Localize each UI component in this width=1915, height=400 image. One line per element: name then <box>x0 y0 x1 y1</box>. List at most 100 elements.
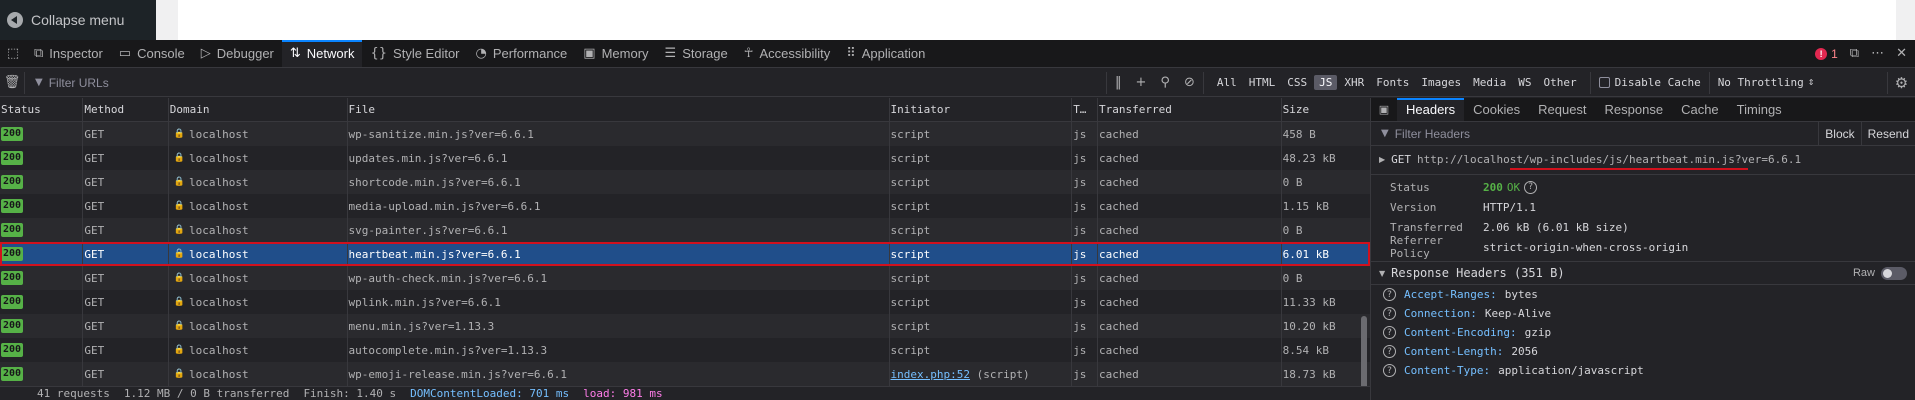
filter-images[interactable]: Images <box>1416 75 1466 90</box>
settings-button[interactable]: ⚙ <box>1887 71 1915 94</box>
cell-initiator: script <box>890 338 1073 362</box>
trash-icon: 🗑 <box>3 75 21 90</box>
filter-headers-input[interactable]: ▼ Filter Headers Block Resend <box>1371 121 1915 146</box>
help-icon[interactable]: ? <box>1383 345 1396 358</box>
table-row[interactable]: 200 GET 🔒 localhost media-upload.min.js?v… <box>0 194 1370 218</box>
column-status[interactable]: Status <box>0 98 84 121</box>
column-method[interactable]: Method <box>83 98 169 121</box>
details-tab-timings[interactable]: Timings <box>1728 98 1791 121</box>
cell-domain: 🔒 localhost <box>169 290 348 314</box>
tab-debugger[interactable]: ▷ Debugger <box>193 40 282 67</box>
throttling-select[interactable]: No Throttling ⇕ <box>1708 71 1823 94</box>
storage-icon: ☰ <box>664 46 677 61</box>
tab-accessibility[interactable]: ☥ Accessibility <box>736 40 839 67</box>
column-initiator[interactable]: Initiator <box>890 98 1073 121</box>
table-row[interactable]: 200 GET 🔒 localhost heartbeat.min.js?ver=… <box>0 242 1370 266</box>
cell-type: js <box>1072 194 1099 218</box>
header-value: gzip <box>1524 326 1552 339</box>
filter-media[interactable]: Media <box>1468 75 1511 90</box>
tab-network[interactable]: ⇅ Network <box>281 40 363 67</box>
pause-icon[interactable]: ‖ <box>1115 75 1122 90</box>
column-size[interactable]: Size <box>1282 98 1370 121</box>
tab-storage[interactable]: ☰ Storage <box>657 40 736 67</box>
initiator-link[interactable]: index.php:52 <box>891 368 970 381</box>
details-tab-cache[interactable]: Cache <box>1672 98 1728 121</box>
block-icon[interactable]: ⊘ <box>1184 75 1195 90</box>
element-picker-button[interactable]: ⬚ <box>0 40 26 67</box>
column-domain[interactable]: Domain <box>169 98 348 121</box>
tab-inspector[interactable]: ⧉ Inspector <box>26 40 111 67</box>
filter-ws[interactable]: WS <box>1513 75 1536 90</box>
table-row[interactable]: 200 GET 🔒 localhost autocomplete.min.js?v… <box>0 338 1370 362</box>
toggle-sidebar-button[interactable]: ▣ <box>1371 98 1397 121</box>
table-row[interactable]: 200 GET 🔒 localhost wp-auth-check.min.js?… <box>0 266 1370 290</box>
tab-style-editor[interactable]: {} Style Editor <box>362 40 467 67</box>
add-icon[interactable]: + <box>1136 75 1147 90</box>
table-row[interactable]: 200 GET 🔒 localhost wp-sanitize.min.js?ve… <box>0 122 1370 146</box>
raw-toggle[interactable]: Raw <box>1853 266 1915 280</box>
initiator: script <box>890 223 931 237</box>
table-row[interactable]: 200 GET 🔒 localhost wp-emoji-release.min.… <box>0 362 1370 386</box>
table-row[interactable]: 200 GET 🔒 localhost updates.min.js?ver=6.… <box>0 146 1370 170</box>
block-button[interactable]: Block <box>1818 121 1860 146</box>
cell-status: 200 <box>0 338 84 362</box>
help-icon[interactable]: ? <box>1524 180 1538 194</box>
initiator: script <box>890 295 931 309</box>
filter-html[interactable]: HTML <box>1244 75 1281 90</box>
tab-application[interactable]: ⠿ Application <box>838 40 933 67</box>
tab-memory[interactable]: ▣ Memory <box>575 40 656 67</box>
help-icon[interactable]: ? <box>1383 307 1396 320</box>
error-count-badge[interactable]: ! 1 <box>1815 47 1838 61</box>
cell-type: js <box>1072 362 1099 386</box>
devtools-toolbox: ⬚ ⧉ Inspector ▭ Console ▷ Debugger ⇅ Network… <box>0 40 1915 68</box>
clear-button[interactable]: 🗑 <box>0 75 24 90</box>
help-icon[interactable]: ? <box>1383 288 1396 301</box>
more-options-icon[interactable]: ⋯ <box>1871 46 1884 61</box>
cell-method: GET <box>83 338 169 362</box>
help-icon[interactable]: ? <box>1383 364 1396 377</box>
cell-transferred: cached <box>1098 338 1282 362</box>
console-icon: ▭ <box>118 46 132 61</box>
lock-icon: 🔒 <box>173 201 186 211</box>
status-badge: 200 <box>1 223 24 237</box>
details-tab-headers[interactable]: Headers <box>1397 98 1465 121</box>
filter-other[interactable]: Other <box>1538 75 1581 90</box>
dock-icon[interactable]: ⧉ <box>1850 46 1859 61</box>
table-row[interactable]: 200 GET 🔒 localhost shortcode.min.js?ver=… <box>0 170 1370 194</box>
initiator: script <box>890 151 931 165</box>
filter-fonts[interactable]: Fonts <box>1371 75 1414 90</box>
table-row[interactable]: 200 GET 🔒 localhost menu.min.js?ver=1.13.… <box>0 314 1370 338</box>
tab-performance[interactable]: ◔ Performance <box>468 40 576 67</box>
filter-urls-input[interactable]: ▼ Filter URLs <box>24 71 1106 94</box>
column-file[interactable]: File <box>348 98 890 121</box>
cell-domain: 🔒 localhost <box>169 242 348 266</box>
column-type[interactable]: T… <box>1072 98 1099 121</box>
expand-arrow-icon: ▶ <box>1379 154 1386 164</box>
cell-file: updates.min.js?ver=6.6.1 <box>348 146 890 170</box>
collapse-menu-button[interactable]: Collapse menu <box>0 0 156 40</box>
disable-cache-checkbox[interactable]: Disable Cache <box>1589 71 1709 94</box>
filter-css[interactable]: CSS <box>1282 75 1312 90</box>
tab-console[interactable]: ▭ Console <box>111 40 193 67</box>
filter-all[interactable]: All <box>1212 75 1242 90</box>
table-row[interactable]: 200 GET 🔒 localhost svg-painter.js?ver=6.… <box>0 218 1370 242</box>
help-icon[interactable]: ? <box>1383 326 1396 339</box>
filter-xhr[interactable]: XHR <box>1339 75 1369 90</box>
domain-text: localhost <box>189 319 249 333</box>
table-scrollbar[interactable] <box>1361 316 1367 386</box>
close-icon[interactable]: ✕ <box>1896 46 1907 61</box>
details-tab-response[interactable]: Response <box>1596 98 1673 121</box>
search-icon[interactable]: ⚲ <box>1160 75 1170 90</box>
filter-js[interactable]: JS <box>1314 75 1338 90</box>
table-row[interactable]: 200 GET 🔒 localhost wplink.min.js?ver=6.6… <box>0 290 1370 314</box>
details-tab-cookies[interactable]: Cookies <box>1464 98 1529 121</box>
tab-label: Debugger <box>216 46 274 61</box>
debugger-icon: ▷ <box>200 46 211 61</box>
resend-button[interactable]: Resend <box>1860 121 1915 146</box>
column-transferred[interactable]: Transferred <box>1098 98 1282 121</box>
response-headers-section[interactable]: ▼ Response Headers (351 B) Raw <box>1371 261 1915 285</box>
transferred-value: 2.06 kB (6.01 kB size) <box>1483 220 1629 234</box>
response-headers-list: ? Accept-Ranges: bytes? Connection: Keep… <box>1371 285 1915 380</box>
details-tab-request[interactable]: Request <box>1529 98 1595 121</box>
request-summary-line[interactable]: ▶ GET http://localhost/wp-includes/js/he… <box>1371 146 1915 172</box>
